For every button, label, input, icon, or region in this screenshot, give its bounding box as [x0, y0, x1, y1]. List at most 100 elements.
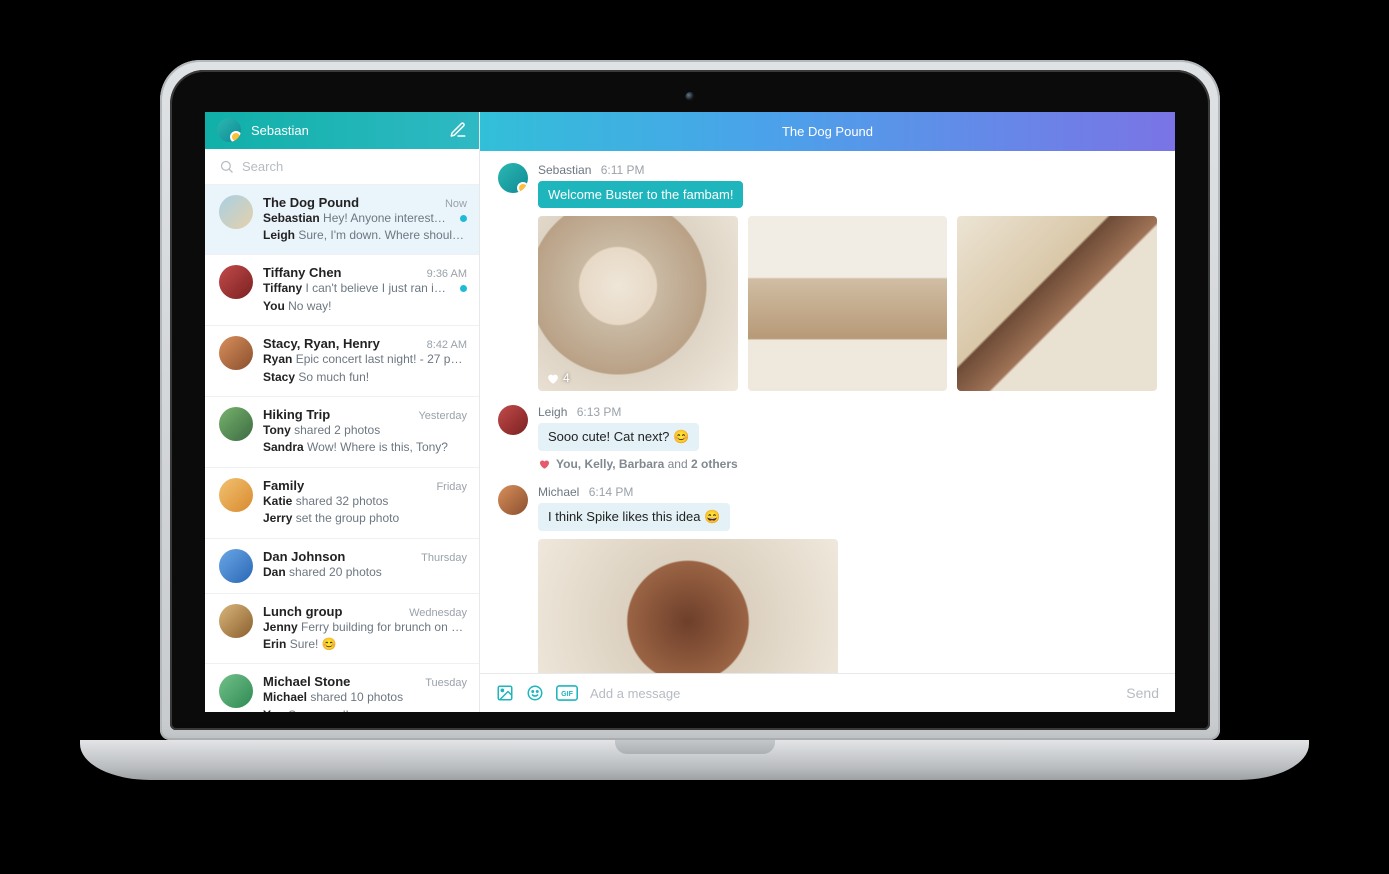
conversation-avatar [219, 265, 253, 299]
conversation-title: Family [263, 478, 304, 493]
conversation-list: The Dog Pound Now Sebastian Hey! Anyone … [205, 184, 479, 712]
message: Michael 6:14 PM I think Spike likes this… [498, 485, 1157, 673]
sender-avatar[interactable] [498, 485, 528, 515]
sender-avatar[interactable] [498, 405, 528, 435]
conversation-time: 8:42 AM [427, 339, 467, 351]
conversation-preview: You Super cool! [263, 707, 467, 712]
laptop-notch [615, 740, 775, 754]
gif-icon[interactable]: GIF [556, 684, 578, 702]
message-time: 6:11 PM [601, 163, 645, 177]
photo-gallery: 4 [538, 216, 1157, 391]
conversation-time: Friday [436, 481, 467, 493]
emoji-icon[interactable] [526, 684, 544, 702]
photo-gallery [538, 539, 1157, 673]
conversation-item[interactable]: Stacy, Ryan, Henry 8:42 AM Ryan Epic con… [205, 325, 479, 396]
sidebar-header: Sebastian [205, 112, 479, 149]
message-time: 6:14 PM [589, 485, 634, 499]
conversation-avatar [219, 407, 253, 441]
photo-thumbnail[interactable] [957, 216, 1157, 391]
conversation-preview: Ryan Epic concert last night! - 27 photo… [263, 351, 467, 368]
conversation-item[interactable]: The Dog Pound Now Sebastian Hey! Anyone … [205, 184, 479, 255]
message-list: Sebastian 6:11 PM Welcome Buster to the … [480, 151, 1175, 673]
conversation-avatar [219, 549, 253, 583]
messenger-app: Sebastian [205, 112, 1175, 712]
camera-dot [686, 92, 695, 101]
unread-indicator [460, 285, 467, 292]
message-time: 6:13 PM [577, 405, 622, 419]
like-badge: 4 [546, 371, 570, 385]
reaction-names: You, Kelly, Barbara and 2 others [556, 457, 738, 471]
message-meta: Leigh 6:13 PM [538, 405, 1157, 419]
photo-thumbnail[interactable] [538, 539, 838, 673]
conversation-title: Hiking Trip [263, 407, 330, 422]
send-button[interactable]: Send [1126, 685, 1159, 701]
conversation-preview: Dan shared 20 photos [263, 564, 467, 581]
conversation-preview: Sandra Wow! Where is this, Tony? [263, 439, 467, 456]
app-screen: Sebastian [205, 112, 1175, 712]
heart-icon [546, 372, 559, 385]
conversation-preview: Tony shared 2 photos [263, 422, 467, 439]
conversation-preview: Katie shared 32 photos [263, 493, 467, 510]
conversation-preview: Michael shared 10 photos [263, 689, 467, 706]
sender-name: Michael [538, 485, 579, 499]
conversation-time: Yesterday [418, 410, 467, 422]
message-bubble: Welcome Buster to the fambam! [538, 181, 743, 208]
conversation-time: Thursday [421, 552, 467, 564]
photo-thumbnail[interactable]: 4 [538, 216, 738, 391]
sender-name: Leigh [538, 405, 567, 419]
conversation-avatar [219, 336, 253, 370]
sender-name: Sebastian [538, 163, 591, 177]
message-meta: Sebastian 6:11 PM [538, 163, 1157, 177]
search-input[interactable] [242, 159, 465, 174]
conversation-preview: Tiffany I can't believe I just ran into… [263, 280, 446, 297]
message-bubble: Sooo cute! Cat next? 😊 [538, 423, 699, 451]
conversation-item[interactable]: Hiking Trip Yesterday Tony shared 2 phot… [205, 396, 479, 467]
message-meta: Michael 6:14 PM [538, 485, 1157, 499]
conversation-preview: You No way! [263, 298, 467, 315]
message: Sebastian 6:11 PM Welcome Buster to the … [498, 163, 1157, 391]
conversation-time: Now [445, 198, 467, 210]
compose-icon[interactable] [449, 121, 467, 139]
chat-header: The Dog Pound [480, 112, 1175, 151]
message: Leigh 6:13 PM Sooo cute! Cat next? 😊 You… [498, 405, 1157, 471]
heart-icon [538, 458, 550, 470]
conversation-avatar [219, 478, 253, 512]
conversation-time: Tuesday [425, 677, 467, 689]
conversation-preview: Jerry set the group photo [263, 510, 467, 527]
sidebar: Sebastian [205, 112, 480, 712]
attach-image-icon[interactable] [496, 684, 514, 702]
unread-indicator [460, 215, 467, 222]
sender-avatar[interactable] [498, 163, 528, 193]
laptop-bezel: Sebastian [170, 70, 1210, 730]
conversation-preview: Erin Sure! 😊 [263, 636, 467, 653]
message-reactions[interactable]: You, Kelly, Barbara and 2 others [538, 457, 1157, 471]
conversation-title: Dan Johnson [263, 549, 345, 564]
like-count: 4 [563, 371, 570, 385]
chat-title: The Dog Pound [782, 124, 873, 139]
conversation-avatar [219, 674, 253, 708]
conversation-preview: Leigh Sure, I'm down. Where should… [263, 227, 467, 244]
conversation-item[interactable]: Michael Stone Tuesday Michael shared 10 … [205, 663, 479, 712]
conversation-preview: Sebastian Hey! Anyone interested in… [263, 210, 446, 227]
conversation-avatar [219, 195, 253, 229]
conversation-title: Lunch group [263, 604, 342, 619]
user-name: Sebastian [251, 123, 309, 138]
laptop-frame: Sebastian [160, 60, 1220, 740]
conversation-item[interactable]: Family Friday Katie shared 32 photos Jer… [205, 467, 479, 538]
message-bubble: I think Spike likes this idea 😄 [538, 503, 730, 531]
photo-thumbnail[interactable] [748, 216, 948, 391]
composer-input[interactable] [590, 686, 1114, 701]
user-avatar[interactable] [217, 118, 241, 142]
conversation-title: Tiffany Chen [263, 265, 342, 280]
message-composer: GIF Send [480, 673, 1175, 712]
chat-panel: The Dog Pound Sebastian 6:11 PM We [480, 112, 1175, 712]
conversation-avatar [219, 604, 253, 638]
conversation-time: 9:36 AM [427, 268, 467, 280]
laptop-base [80, 740, 1309, 780]
search-bar[interactable] [205, 149, 479, 184]
conversation-item[interactable]: Dan Johnson Thursday Dan shared 20 photo… [205, 538, 479, 593]
conversation-item[interactable]: Tiffany Chen 9:36 AM Tiffany I can't bel… [205, 254, 479, 325]
search-icon [219, 159, 234, 174]
conversation-item[interactable]: Lunch group Wednesday Jenny Ferry buildi… [205, 593, 479, 664]
conversation-title: The Dog Pound [263, 195, 359, 210]
